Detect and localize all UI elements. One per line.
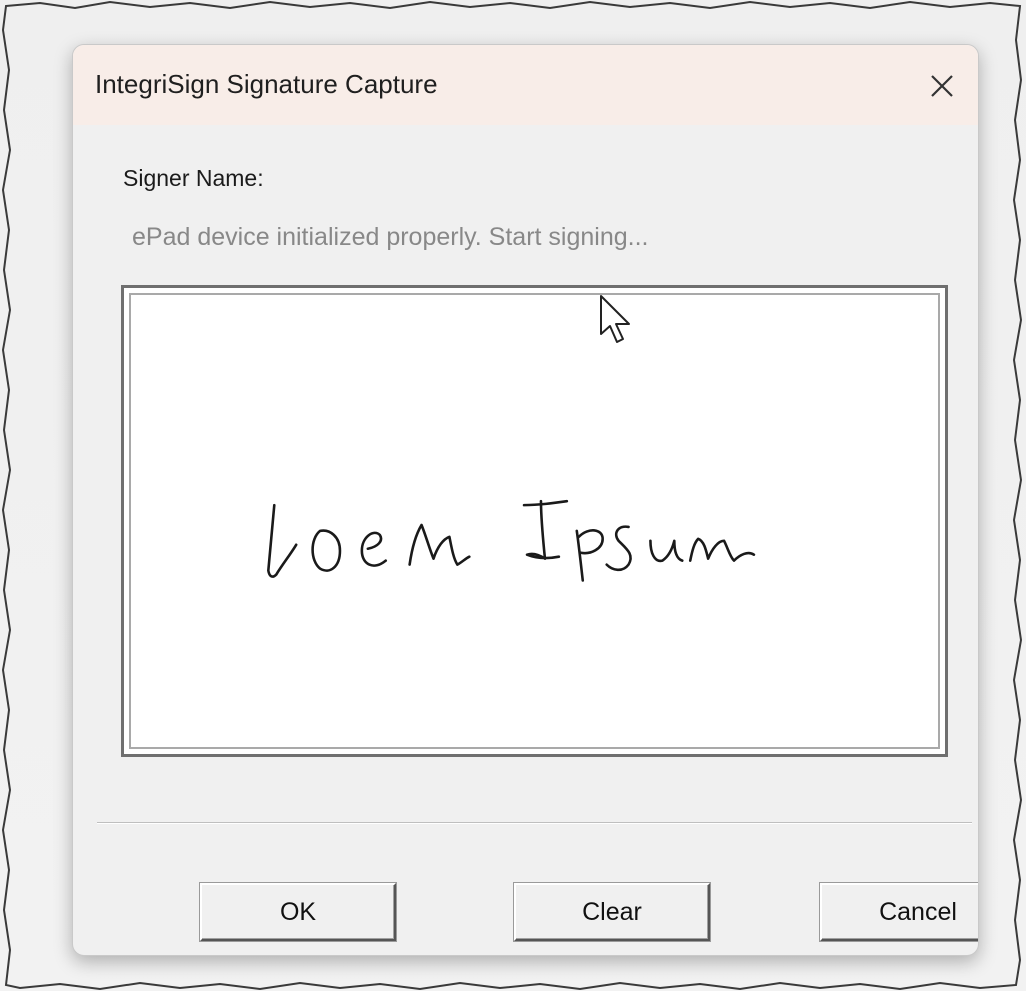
button-separator <box>97 822 972 824</box>
mouse-pointer-icon <box>600 295 630 343</box>
ok-button[interactable]: OK <box>200 883 396 941</box>
clear-button[interactable]: Clear <box>514 883 710 941</box>
signature-pad[interactable] <box>121 285 948 757</box>
close-button[interactable] <box>919 63 965 109</box>
cancel-button[interactable]: Cancel <box>820 883 978 941</box>
handwritten-signature <box>267 499 756 582</box>
title-bar: IntegriSign Signature Capture <box>73 45 978 125</box>
device-status-text: ePad device initialized properly. Start … <box>132 223 649 251</box>
close-icon <box>931 75 953 97</box>
signer-name-label: Signer Name: <box>123 165 264 191</box>
signature-capture-dialog: IntegriSign Signature Capture Signer Nam… <box>72 44 979 956</box>
dialog-title: IntegriSign Signature Capture <box>95 69 438 99</box>
signature-canvas[interactable] <box>129 293 940 749</box>
